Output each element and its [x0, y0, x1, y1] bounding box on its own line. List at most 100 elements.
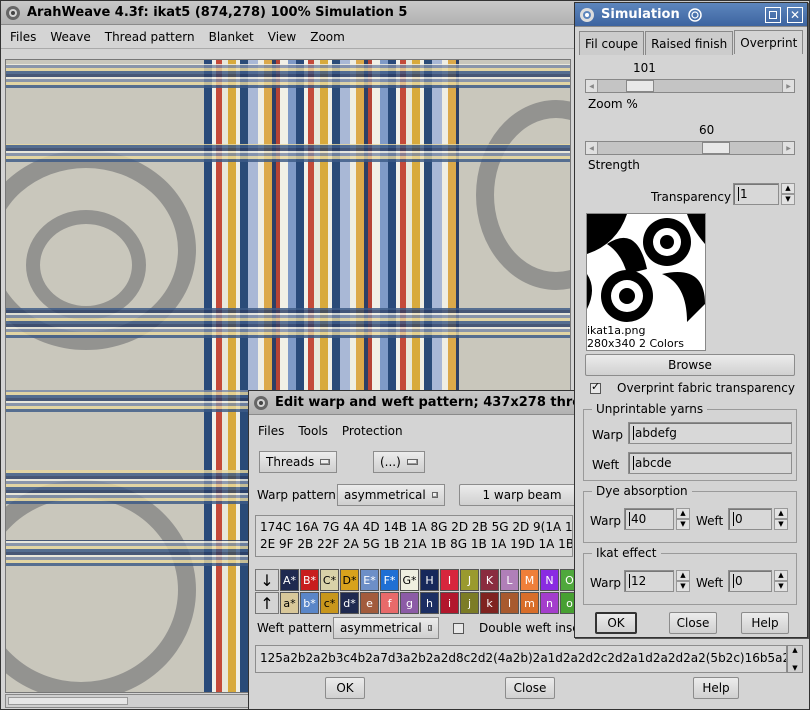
- overprint-transparency-checkbox[interactable]: [590, 380, 601, 394]
- zoom-slider-knob[interactable]: [626, 80, 654, 92]
- tab-overprint[interactable]: Overprint: [734, 30, 804, 54]
- sim-help-button[interactable]: Help: [741, 612, 789, 634]
- threads-combo[interactable]: Threads: [259, 451, 337, 473]
- warp-color-swatch[interactable]: C*: [320, 569, 339, 591]
- weft-color-swatch[interactable]: b*: [300, 592, 319, 614]
- weft-color-swatch[interactable]: j: [460, 592, 479, 614]
- dye-warp-spinner[interactable]: ▲ ▼: [676, 508, 690, 530]
- warp-color-swatch[interactable]: I: [440, 569, 459, 591]
- dye-absorption-group: Dye absorption Warp 40 ▲ ▼ Weft 0 ▲ ▼: [583, 484, 797, 543]
- warp-color-swatch[interactable]: D*: [340, 569, 359, 591]
- slider-left-arrow-icon[interactable]: ◀: [586, 142, 598, 154]
- weft-color-swatch[interactable]: m: [520, 592, 539, 614]
- weft-color-swatch[interactable]: e: [360, 592, 379, 614]
- weft-pattern-text[interactable]: 125a2b2a2b3c4b2a7d3a2b2a2d8c2d2(4a2b)2a1…: [255, 645, 787, 673]
- zoom-label: Zoom %: [588, 97, 638, 111]
- strength-value: 60: [699, 123, 715, 137]
- warp-color-swatch[interactable]: J: [460, 569, 479, 591]
- edit-ok-button[interactable]: OK: [325, 677, 365, 699]
- weft-color-swatch[interactable]: k: [480, 592, 499, 614]
- weft-up-arrow-icon[interactable]: ↑: [255, 592, 279, 614]
- warp-pattern-line: 174C 16A 7G 4A 4D 14B 1A 8G 2D 2B 5G 2D …: [260, 520, 573, 534]
- ikat-weft-label: Weft: [696, 576, 724, 590]
- weft-text-scrollbar[interactable]: ▲ ▼: [787, 645, 803, 673]
- weft-color-swatch[interactable]: a*: [280, 592, 299, 614]
- warp-down-arrow-icon[interactable]: ↓: [255, 569, 279, 591]
- warp-beam-button[interactable]: 1 warp beam: [459, 484, 585, 506]
- weft-color-swatch[interactable]: c*: [320, 592, 339, 614]
- transparency-input[interactable]: 1: [733, 183, 779, 205]
- dye-weft-spinner[interactable]: ▲ ▼: [774, 508, 788, 530]
- transparency-label: Transparency: [651, 190, 732, 204]
- double-weft-checkbox[interactable]: [453, 623, 464, 634]
- strength-slider[interactable]: ◀ ▶: [585, 141, 795, 155]
- weft-color-swatch[interactable]: i: [440, 592, 459, 614]
- tab-raised-finish[interactable]: Raised finish: [645, 31, 734, 55]
- slider-right-arrow-icon[interactable]: ▶: [782, 80, 794, 92]
- warp-color-swatch[interactable]: G*: [400, 569, 419, 591]
- ikat-weft-spinner[interactable]: ▲ ▼: [774, 570, 788, 592]
- weft-color-swatch[interactable]: l: [500, 592, 519, 614]
- ikat-motif: [26, 210, 146, 320]
- menu-view[interactable]: View: [268, 30, 296, 44]
- ikat-effect-title: Ikat effect: [592, 546, 661, 560]
- weft-color-swatch[interactable]: h: [420, 592, 439, 614]
- weft-pattern-combo[interactable]: asymmetrical: [333, 617, 439, 639]
- menu-blanket[interactable]: Blanket: [209, 30, 254, 44]
- warp-pattern-combo[interactable]: asymmetrical: [337, 484, 445, 506]
- ikat-warp-spinner[interactable]: ▲ ▼: [676, 570, 690, 592]
- transparency-spinner[interactable]: ▲ ▼: [781, 183, 795, 205]
- zoom-value: 101: [633, 61, 656, 75]
- simulation-titlebar: Simulation ✕: [575, 3, 807, 27]
- ikat-weft-input[interactable]: 0: [728, 570, 772, 592]
- menu-files[interactable]: Files: [10, 30, 36, 44]
- dye-weft-input[interactable]: 0: [728, 508, 772, 530]
- dye-weft-label: Weft: [696, 514, 724, 528]
- warp-color-swatch[interactable]: M: [520, 569, 539, 591]
- dye-warp-input[interactable]: 40: [624, 508, 674, 530]
- close-window-icon[interactable]: ✕: [787, 6, 803, 23]
- slider-left-arrow-icon[interactable]: ◀: [586, 80, 598, 92]
- edit-menu-protection[interactable]: Protection: [342, 424, 403, 438]
- warp-color-swatch[interactable]: N: [540, 569, 559, 591]
- slider-right-arrow-icon[interactable]: ▶: [782, 142, 794, 154]
- edit-menu-tools[interactable]: Tools: [298, 424, 328, 438]
- ellipsis-combo[interactable]: (...): [373, 451, 425, 473]
- menu-weave[interactable]: Weave: [50, 30, 90, 44]
- sim-close-button[interactable]: Close: [669, 612, 717, 634]
- weft-color-swatch[interactable]: g: [400, 592, 419, 614]
- warp-color-swatch[interactable]: B*: [300, 569, 319, 591]
- warp-pattern-text[interactable]: 174C 16A 7G 4A 4D 14B 1A 8G 2D 2B 5G 2D …: [255, 515, 573, 557]
- unprintable-yarns-title: Unprintable yarns: [592, 402, 708, 416]
- overprint-image-info: 280x340 2 Colors: [587, 337, 684, 350]
- unprintable-warp-label: Warp: [592, 428, 624, 442]
- warp-color-swatch[interactable]: H: [420, 569, 439, 591]
- edit-close-button[interactable]: Close: [505, 677, 555, 699]
- warp-color-swatch[interactable]: A*: [280, 569, 299, 591]
- browse-button[interactable]: Browse: [585, 354, 795, 376]
- edit-menu-files[interactable]: Files: [258, 424, 284, 438]
- warp-color-swatch[interactable]: E*: [360, 569, 379, 591]
- warp-color-swatch[interactable]: F*: [380, 569, 399, 591]
- simulation-title: Simulation: [601, 7, 680, 22]
- unprintable-weft-input[interactable]: abcde: [628, 452, 792, 474]
- strength-slider-knob[interactable]: [702, 142, 730, 154]
- weft-color-swatch[interactable]: f: [380, 592, 399, 614]
- tab-fil-coupe[interactable]: Fil coupe: [579, 31, 645, 55]
- menu-thread-pattern[interactable]: Thread pattern: [105, 30, 195, 44]
- edit-help-button[interactable]: Help: [693, 677, 739, 699]
- zoom-slider[interactable]: ◀ ▶: [585, 79, 795, 93]
- weft-color-swatch[interactable]: n: [540, 592, 559, 614]
- menu-zoom[interactable]: Zoom: [310, 30, 345, 44]
- weft-color-swatch[interactable]: d*: [340, 592, 359, 614]
- app-logo-icon: [580, 7, 594, 22]
- sim-ok-button[interactable]: OK: [595, 612, 637, 634]
- unprintable-warp-input[interactable]: abdefg: [628, 422, 792, 444]
- maximize-icon[interactable]: [765, 6, 781, 23]
- ikat-warp-input[interactable]: 12: [624, 570, 674, 592]
- weft-stripe: [6, 64, 570, 88]
- warp-color-swatch[interactable]: L: [500, 569, 519, 591]
- warp-color-swatch[interactable]: K: [480, 569, 499, 591]
- warp-pattern-line: 2E 9F 2B 22F 2A 5G 1B 21A 1B 8G 1B 1A 19…: [260, 537, 573, 551]
- app-logo-icon: [254, 395, 268, 410]
